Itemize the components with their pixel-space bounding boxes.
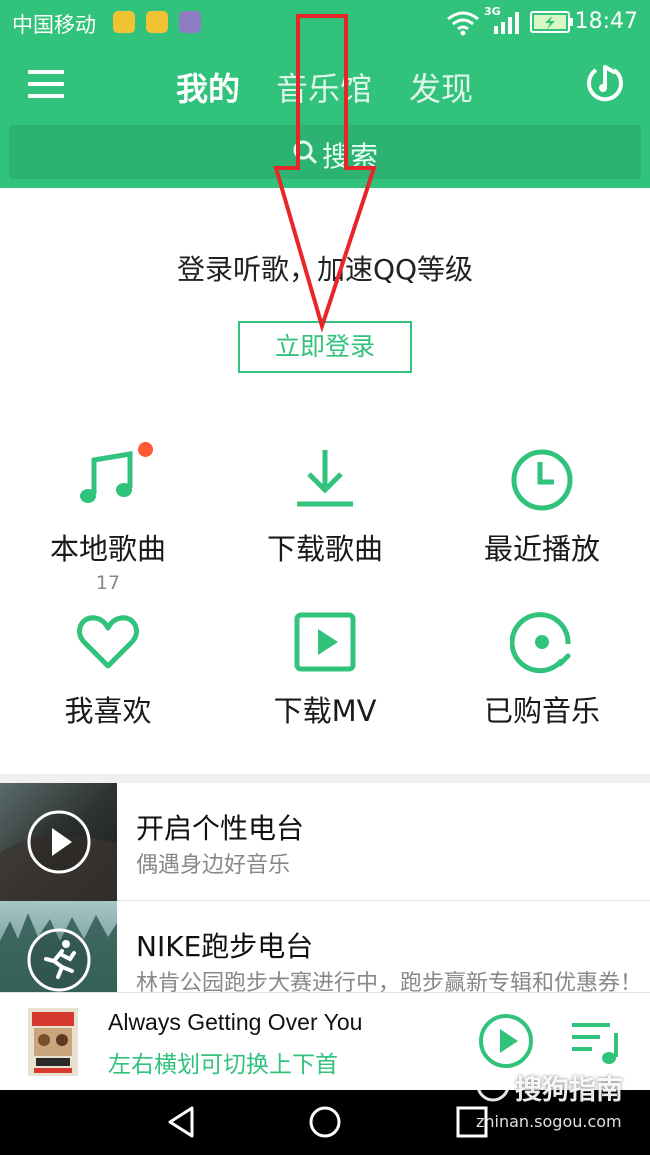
tab-mine[interactable]: 我的: [176, 64, 240, 110]
radio-title: NIKE跑步电台: [136, 930, 314, 963]
grid-item-purchased-music[interactable]: 已购音乐: [442, 610, 642, 760]
radio-thumbnail: [0, 783, 117, 901]
new-badge: [138, 442, 153, 457]
watermark-logo-icon: [476, 1068, 510, 1102]
wifi-icon: [447, 11, 479, 36]
video-play-icon: [294, 612, 356, 672]
watermark-domain: zhinan.sogou.com: [476, 1112, 622, 1131]
song-count: 17: [95, 572, 121, 594]
notification-icon: [113, 11, 135, 33]
disc-icon: [510, 612, 571, 674]
radio-subtitle: 偶遇身边好音乐: [136, 853, 291, 878]
grid-item-recent-plays[interactable]: 最近播放: [442, 448, 642, 598]
download-icon: [297, 450, 353, 507]
hamburger-icon-line: [28, 94, 64, 98]
clock-icon: [511, 449, 573, 511]
grid-item-label: 下载MV: [273, 694, 377, 728]
now-playing-icon[interactable]: [584, 62, 626, 106]
search-label: 搜索: [322, 140, 379, 173]
grid-item-label: 我喜欢: [64, 694, 152, 728]
status-bar: 中国移动 3G 18:47: [0, 0, 650, 48]
album-cover: [28, 1008, 78, 1076]
grid-item-local-songs[interactable]: 本地歌曲 17: [8, 442, 208, 598]
tab-discover[interactable]: 发现: [409, 64, 473, 110]
tab-music-hall[interactable]: 音乐馆: [276, 64, 372, 110]
grid-item-downloaded-songs[interactable]: 下载歌曲: [225, 448, 425, 598]
grid-item-favorites[interactable]: 我喜欢: [8, 610, 208, 760]
search-icon: [293, 140, 317, 164]
hamburger-icon-line: [28, 82, 64, 86]
signal-icon: [494, 12, 519, 34]
menu-button[interactable]: [28, 68, 64, 100]
play-button[interactable]: [478, 1013, 534, 1069]
section-divider: [0, 774, 650, 783]
grid-item-label: 已购音乐: [483, 694, 600, 728]
notification-icon: [179, 11, 201, 33]
clock: 18:47: [574, 9, 638, 34]
song-title: Always Getting Over You: [108, 1009, 363, 1035]
grid-item-downloaded-mv[interactable]: 下载MV: [225, 610, 425, 760]
home-icon[interactable]: [307, 1104, 343, 1140]
playlist-icon[interactable]: [570, 1019, 622, 1067]
grid-item-label: 本地歌曲: [49, 532, 166, 566]
grid-item-label: 最近播放: [483, 532, 600, 566]
music-note-icon: [80, 451, 133, 503]
login-button[interactable]: 立即登录: [238, 321, 412, 373]
carrier-name: 中国移动: [12, 13, 96, 37]
back-icon[interactable]: [164, 1104, 200, 1140]
grid-item-label: 下载歌曲: [266, 532, 383, 566]
radio-item-personal[interactable]: 开启个性电台 偶遇身边好音乐: [0, 783, 650, 901]
battery-icon: [530, 11, 573, 33]
login-prompt: 登录听歌，加速QQ等级: [176, 253, 474, 286]
watermark-brand: 搜狗指南: [515, 1075, 623, 1106]
hamburger-icon: [28, 70, 64, 74]
app-header: 我的 音乐馆 发现 搜索: [0, 48, 650, 188]
swipe-hint: 左右横划可切换上下首: [108, 1052, 338, 1078]
radio-title: 开启个性电台: [136, 812, 305, 845]
search-bar[interactable]: 搜索: [9, 125, 641, 179]
heart-icon: [77, 615, 139, 669]
notification-icon: [146, 11, 168, 33]
